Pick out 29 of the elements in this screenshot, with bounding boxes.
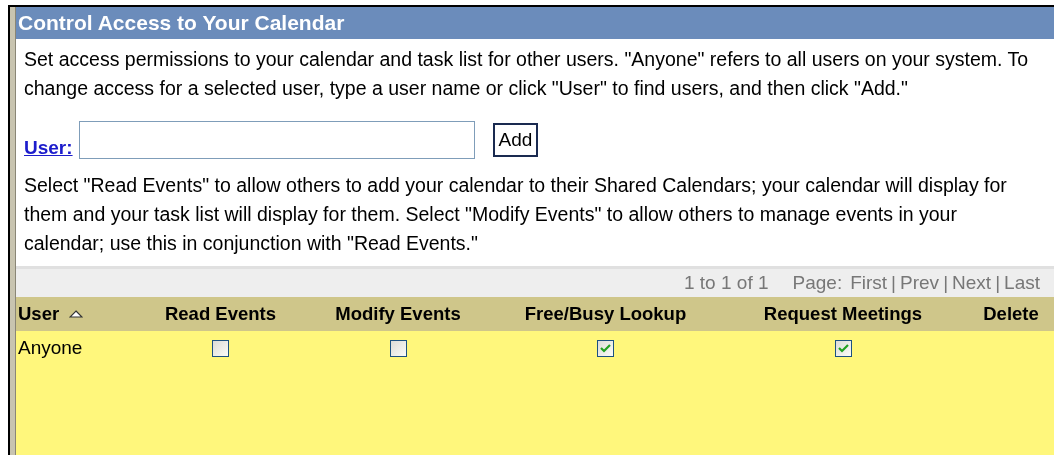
add-button[interactable]: Add xyxy=(492,123,539,157)
result-count: 1 to 1 of 1 xyxy=(684,272,769,294)
column-header: Free/Busy Lookup xyxy=(524,303,687,325)
column-header: Request Meetings xyxy=(763,303,923,325)
permission-checkbox[interactable] xyxy=(834,339,852,357)
column-header: Delete xyxy=(983,303,1039,325)
user-link[interactable]: User: xyxy=(24,137,73,159)
separator: | xyxy=(891,272,897,294)
checkmark-icon xyxy=(600,343,611,353)
user-field[interactable] xyxy=(78,121,475,159)
explanation-text: Select "Read Events" to allow others to add your calendar to their Shared Calendars; your calendar will display for them and your task list will display for them. Select "Modify Events" to allow others to manage events in your calendar; use this in conjunction with "Read Events." xyxy=(23,173,1008,256)
intro-text: Set access permissions to your calendar and task list for other users. "Anyone" refers to all users on your system. To change access for a selected user, type a user name or click "User" to find users, and then click "Add." xyxy=(23,47,1030,101)
section-title: Control Access to Your Calendar xyxy=(16,7,1054,39)
permission-checkbox[interactable] xyxy=(389,339,407,357)
sort-icon[interactable] xyxy=(69,309,84,319)
column-header[interactable]: User xyxy=(18,303,60,325)
permission-checkbox[interactable] xyxy=(597,339,614,357)
page-link[interactable]: Prev xyxy=(900,272,940,294)
separator: | xyxy=(995,272,1001,294)
separator: | xyxy=(943,272,949,294)
user-cell-text: Anyone xyxy=(17,337,83,359)
page-link[interactable]: Last xyxy=(1004,272,1040,294)
permission-checkbox[interactable] xyxy=(212,339,229,357)
checkmark-icon xyxy=(837,343,849,353)
page-label: Page: xyxy=(792,272,843,294)
page-link[interactable]: Next xyxy=(952,272,992,294)
column-header: Read Events xyxy=(164,303,276,325)
page-link[interactable]: First xyxy=(850,272,888,294)
column-header: Modify Events xyxy=(335,303,461,325)
